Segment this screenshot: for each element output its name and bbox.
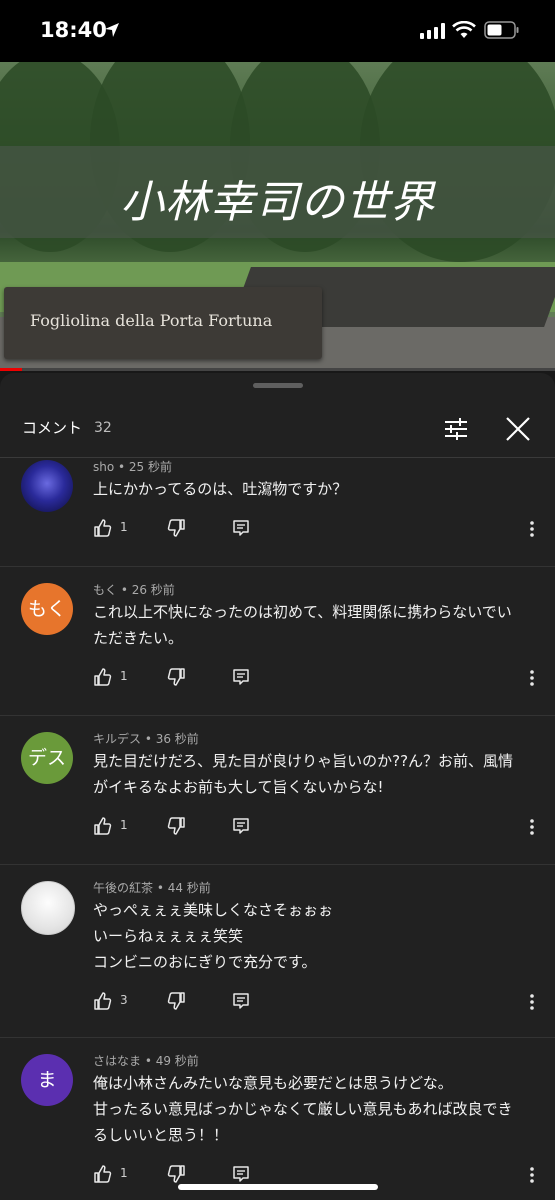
home-indicator[interactable] xyxy=(178,1184,378,1190)
comment-divider xyxy=(0,715,555,716)
comment-line: ただきたい。 xyxy=(93,629,184,647)
cellular-signal-icon xyxy=(420,23,445,39)
comment-text: 上にかかってるのは、吐瀉物ですか？ xyxy=(93,476,533,502)
video-progress-fill xyxy=(0,368,23,371)
like-icon[interactable] xyxy=(93,816,113,840)
dislike-icon[interactable] xyxy=(166,991,186,1015)
comment-divider xyxy=(0,864,555,865)
comment-actions: 1 xyxy=(93,518,543,540)
like-count: 3 xyxy=(120,993,128,1007)
like-icon[interactable] xyxy=(93,518,113,542)
battery-icon xyxy=(484,21,519,39)
comment-divider xyxy=(0,566,555,567)
comment-line: 甘ったるい意見ばっかじゃなくて厳しい意見もあれば改良でき xyxy=(93,1100,513,1118)
comment-line: 見た目だけだろ、見た目が良けりゃ旨いのか??ん？お前、風情 xyxy=(93,752,514,770)
video-player[interactable]: 小林幸司の世界 Fogliolina della Porta Fortuna xyxy=(0,62,555,370)
more-options-icon[interactable] xyxy=(529,818,535,840)
like-icon[interactable] xyxy=(93,1164,113,1188)
like-icon[interactable] xyxy=(93,667,113,691)
dislike-icon[interactable] xyxy=(166,518,186,542)
close-icon[interactable] xyxy=(505,416,531,442)
more-options-icon[interactable] xyxy=(529,520,535,542)
video-progress-bar[interactable] xyxy=(0,368,555,371)
comment-line: やっぺぇぇぇ美味しくなさそぉぉぉ xyxy=(93,901,334,919)
comments-count: 32 xyxy=(94,420,112,436)
divider xyxy=(0,457,555,458)
comment-text: やっぺぇぇぇ美味しくなさそぉぉぉ いーらねぇぇぇぇ笑笑コンビニのおにぎりで充分です… xyxy=(93,897,533,975)
reply-icon[interactable] xyxy=(231,816,251,840)
reply-icon[interactable] xyxy=(231,518,251,542)
wifi-icon xyxy=(452,21,476,38)
comment-author-meta[interactable]: さはなま • 49 秒前 xyxy=(93,1052,199,1069)
like-count: 1 xyxy=(120,669,128,683)
comment-line: がイキるなよお前も大して旨くないからな! xyxy=(93,778,384,796)
avatar[interactable]: もく xyxy=(21,583,73,635)
video-overlay-title: 小林幸司の世界 xyxy=(120,177,435,228)
comment-divider xyxy=(0,1037,555,1038)
avatar[interactable] xyxy=(21,881,75,935)
like-count: 1 xyxy=(120,520,128,534)
location-arrow-icon xyxy=(105,23,119,37)
avatar[interactable]: デス xyxy=(21,732,73,784)
dislike-icon[interactable] xyxy=(166,816,186,840)
drag-handle[interactable] xyxy=(253,383,303,388)
comment-actions: 1 xyxy=(93,816,543,838)
comment-line: るしいいと思う！！ xyxy=(93,1126,229,1144)
comment-line: コンビニのおにぎりで充分です。 xyxy=(93,953,317,971)
comment-author-meta[interactable]: キルデス • 36 秒前 xyxy=(93,730,199,747)
comment-author-meta[interactable]: 午後の紅茶 • 44 秒前 xyxy=(93,879,211,896)
reply-icon[interactable] xyxy=(231,667,251,691)
dislike-icon[interactable] xyxy=(166,667,186,691)
comment-text: 俺は小林さんみたいな意見も必要だとは思うけどな。甘ったるい意見ばっかじゃなくて厳… xyxy=(93,1070,533,1148)
like-icon[interactable] xyxy=(93,991,113,1015)
comments-title: コメント xyxy=(22,419,83,437)
comment-author-meta[interactable]: sho • 25 秒前 xyxy=(93,458,172,475)
avatar[interactable]: ま xyxy=(21,1054,73,1106)
reply-icon[interactable] xyxy=(231,991,251,1015)
avatar[interactable] xyxy=(21,460,73,512)
comment-line: 俺は小林さんみたいな意見も必要だとは思うけどな。 xyxy=(93,1074,453,1092)
sort-filter-icon[interactable] xyxy=(443,416,469,442)
more-options-icon[interactable] xyxy=(529,1166,535,1188)
comment-actions: 1 xyxy=(93,667,543,689)
comment-actions: 3 xyxy=(93,991,543,1013)
comment-line: これ以上不快になったのは初めて、料理関係に携わらないでい xyxy=(93,603,512,621)
more-options-icon[interactable] xyxy=(529,993,535,1015)
comment-text: これ以上不快になったのは初めて、料理関係に携わらないでい ただきたい。 xyxy=(93,599,533,651)
status-bar: 18:40 xyxy=(0,0,555,62)
more-options-icon[interactable] xyxy=(529,669,535,691)
like-count: 1 xyxy=(120,818,128,832)
comment-line: いーらねぇぇぇぇ笑笑 xyxy=(93,927,244,945)
sign-text: Fogliolina della Porta Fortuna xyxy=(30,311,273,330)
comment-author-meta[interactable]: もく • 26 秒前 xyxy=(93,581,175,598)
comment-text: 見た目だけだろ、見た目が良けりゃ旨いのか??ん？お前、風情 がイキるなよお前も大し… xyxy=(93,748,533,800)
comment-actions: 1 xyxy=(93,1164,543,1186)
comment-line: 上にかかってるのは、吐瀉物ですか？ xyxy=(93,480,348,498)
status-time: 18:40 xyxy=(40,18,107,42)
wooden-sign: Fogliolina della Porta Fortuna xyxy=(4,287,322,359)
like-count: 1 xyxy=(120,1166,128,1180)
